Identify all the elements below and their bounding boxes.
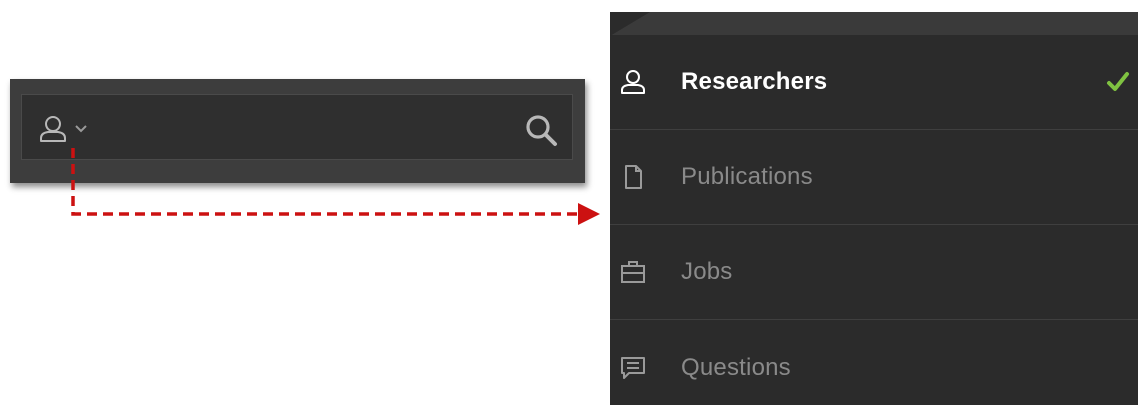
- search-icon: [524, 115, 558, 151]
- menu-item-publications[interactable]: Publications: [610, 130, 1138, 225]
- menu-item-label: Jobs: [681, 258, 733, 285]
- search-input[interactable]: [21, 94, 573, 160]
- user-icon: [620, 69, 646, 95]
- search-button[interactable]: [524, 113, 558, 147]
- briefcase-icon: [620, 259, 646, 285]
- search-bar: [10, 79, 585, 183]
- speech-bubble-icon: [620, 355, 646, 381]
- chevron-down-icon: [74, 124, 88, 134]
- menu-header: [610, 12, 1138, 35]
- menu-item-questions[interactable]: Questions: [610, 320, 1138, 415]
- document-icon: [620, 164, 646, 190]
- menu-item-label: Researchers: [681, 68, 828, 95]
- user-icon: [38, 114, 68, 144]
- menu-notch: [610, 12, 650, 36]
- menu-item-researchers[interactable]: Researchers: [610, 35, 1138, 130]
- search-scope-menu: Researchers Publications Jobs Questions: [610, 12, 1138, 405]
- menu-item-label: Publications: [681, 163, 813, 190]
- menu-item-jobs[interactable]: Jobs: [610, 225, 1138, 320]
- search-scope-button[interactable]: [38, 113, 98, 145]
- check-icon: [1106, 70, 1130, 94]
- menu-item-label: Questions: [681, 353, 791, 381]
